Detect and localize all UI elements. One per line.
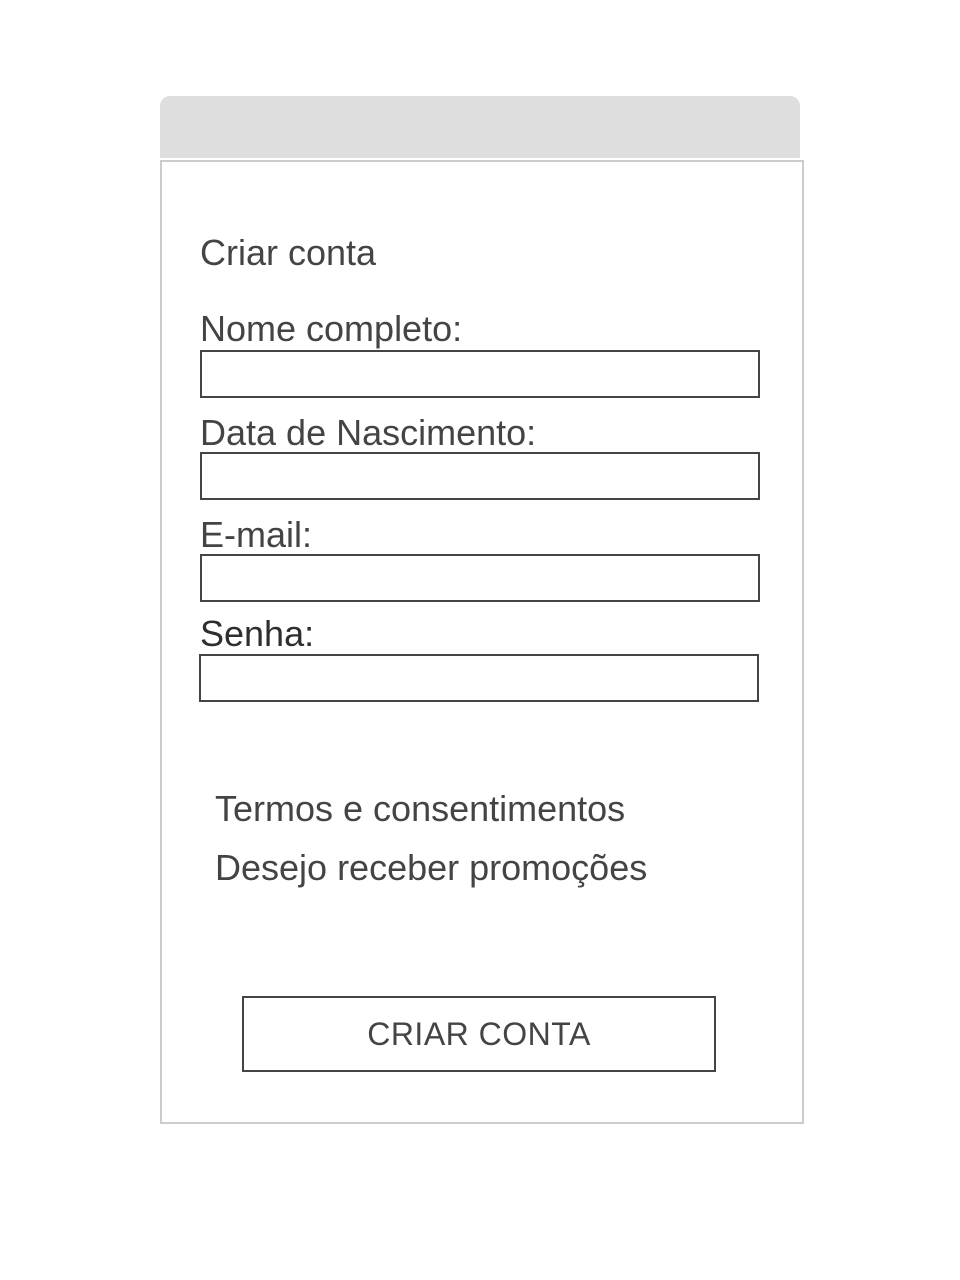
email-label: E-mail: <box>200 514 313 555</box>
password-label: Senha: <box>200 613 315 654</box>
full-name-label: Nome completo: <box>200 308 463 349</box>
email-input[interactable] <box>200 554 760 602</box>
full-name-input[interactable] <box>200 350 760 398</box>
promotions-opt-in-option[interactable]: Desejo receber promoções <box>215 847 647 889</box>
terms-consent-option[interactable]: Termos e consentimentos <box>215 788 625 830</box>
page-title: Criar conta <box>200 232 377 273</box>
birth-date-label: Data de Nascimento: <box>200 412 537 453</box>
create-account-panel: Criar conta Nome completo: Data de Nasci… <box>160 160 804 1124</box>
birth-date-input[interactable] <box>200 452 760 500</box>
password-input[interactable] <box>199 654 759 702</box>
window-header-bar <box>160 96 800 158</box>
create-account-button[interactable]: CRIAR CONTA <box>242 996 716 1072</box>
